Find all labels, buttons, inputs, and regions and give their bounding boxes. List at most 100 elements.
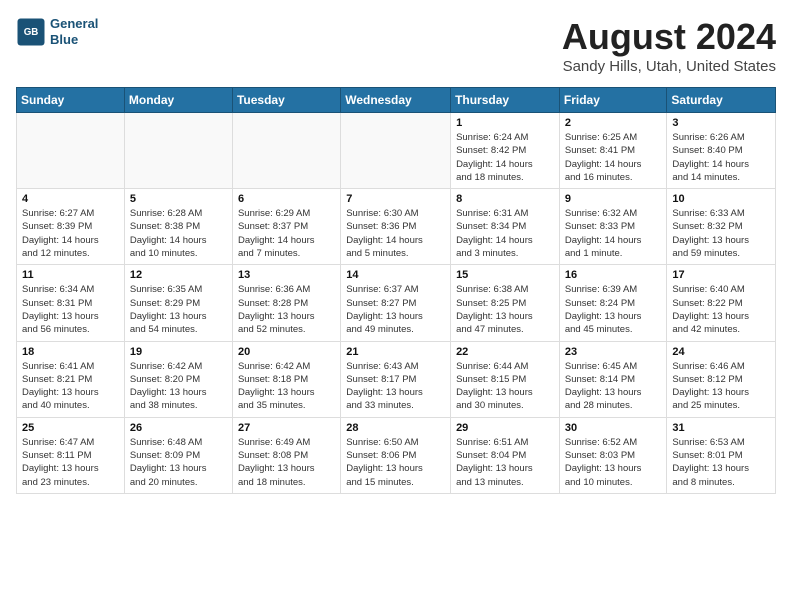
day-info: Sunrise: 6:39 AM Sunset: 8:24 PM Dayligh… — [565, 283, 662, 336]
day-info: Sunrise: 6:51 AM Sunset: 8:04 PM Dayligh… — [456, 436, 554, 489]
calendar-cell: 30 Sunrise: 6:52 AM Sunset: 8:03 PM Dayli… — [559, 417, 667, 493]
day-number: 31 — [672, 422, 770, 434]
day-info: Sunrise: 6:36 AM Sunset: 8:28 PM Dayligh… — [238, 283, 335, 336]
weekday-header-sunday: Sunday — [17, 88, 125, 113]
day-number: 24 — [672, 346, 770, 358]
day-number: 11 — [22, 269, 119, 281]
calendar-cell: 11 Sunrise: 6:34 AM Sunset: 8:31 PM Dayli… — [17, 265, 125, 341]
day-info: Sunrise: 6:42 AM Sunset: 8:20 PM Dayligh… — [130, 360, 227, 413]
day-info: Sunrise: 6:44 AM Sunset: 8:15 PM Dayligh… — [456, 360, 554, 413]
day-number: 20 — [238, 346, 335, 358]
day-number: 22 — [456, 346, 554, 358]
day-info: Sunrise: 6:41 AM Sunset: 8:21 PM Dayligh… — [22, 360, 119, 413]
day-info: Sunrise: 6:34 AM Sunset: 8:31 PM Dayligh… — [22, 283, 119, 336]
page-header: GB General Blue August 2024 Sandy Hills,… — [16, 16, 776, 75]
day-info: Sunrise: 6:38 AM Sunset: 8:25 PM Dayligh… — [456, 283, 554, 336]
day-info: Sunrise: 6:46 AM Sunset: 8:12 PM Dayligh… — [672, 360, 770, 413]
calendar-cell: 5Sunrise: 6:28 AM Sunset: 8:38 PM Daylig… — [124, 189, 232, 265]
day-number: 14 — [346, 269, 445, 281]
calendar-cell: 29Sunrise: 6:51 AM Sunset: 8:04 PM Dayli… — [451, 417, 560, 493]
logo-line2: Blue — [50, 32, 98, 48]
calendar-week-row-3: 11 Sunrise: 6:34 AM Sunset: 8:31 PM Dayli… — [17, 265, 776, 341]
day-info: Sunrise: 6:32 AM Sunset: 8:33 PM Dayligh… — [565, 207, 662, 260]
day-number: 27 — [238, 422, 335, 434]
day-number: 3 — [672, 117, 770, 129]
day-info: Sunrise: 6:25 AM Sunset: 8:41 PM Dayligh… — [565, 131, 662, 184]
calendar-week-row-1: 1Sunrise: 6:24 AM Sunset: 8:42 PM Daylig… — [17, 113, 776, 189]
weekday-header-saturday: Saturday — [667, 88, 776, 113]
day-info: Sunrise: 6:26 AM Sunset: 8:40 PM Dayligh… — [672, 131, 770, 184]
day-info: Sunrise: 6:52 AM Sunset: 8:03 PM Dayligh… — [565, 436, 662, 489]
day-info: Sunrise: 6:33 AM Sunset: 8:32 PM Dayligh… — [672, 207, 770, 260]
day-info: Sunrise: 6:24 AM Sunset: 8:42 PM Dayligh… — [456, 131, 554, 184]
calendar-cell: 10Sunrise: 6:33 AM Sunset: 8:32 PM Dayli… — [667, 189, 776, 265]
weekday-header-monday: Monday — [124, 88, 232, 113]
calendar-cell: 28Sunrise: 6:50 AM Sunset: 8:06 PM Dayli… — [341, 417, 451, 493]
weekday-header-thursday: Thursday — [451, 88, 560, 113]
day-info: Sunrise: 6:42 AM Sunset: 8:18 PM Dayligh… — [238, 360, 335, 413]
calendar-cell: 23 Sunrise: 6:45 AM Sunset: 8:14 PM Dayli… — [559, 341, 667, 417]
day-number: 30 — [565, 422, 662, 434]
day-info: Sunrise: 6:35 AM Sunset: 8:29 PM Dayligh… — [130, 283, 227, 336]
day-number: 8 — [456, 193, 554, 205]
calendar-week-row-5: 25 Sunrise: 6:47 AM Sunset: 8:11 PM Dayli… — [17, 417, 776, 493]
day-info: Sunrise: 6:45 AM Sunset: 8:14 PM Dayligh… — [565, 360, 662, 413]
day-number: 9 — [565, 193, 662, 205]
day-info: Sunrise: 6:31 AM Sunset: 8:34 PM Dayligh… — [456, 207, 554, 260]
calendar-cell: 22 Sunrise: 6:44 AM Sunset: 8:15 PM Dayli… — [451, 341, 560, 417]
calendar-cell: 8 Sunrise: 6:31 AM Sunset: 8:34 PM Daylig… — [451, 189, 560, 265]
calendar-cell: 18 Sunrise: 6:41 AM Sunset: 8:21 PM Dayli… — [17, 341, 125, 417]
day-info: Sunrise: 6:47 AM Sunset: 8:11 PM Dayligh… — [22, 436, 119, 489]
calendar-cell: 3 Sunrise: 6:26 AM Sunset: 8:40 PM Daylig… — [667, 113, 776, 189]
calendar-cell: 4 Sunrise: 6:27 AM Sunset: 8:39 PM Daylig… — [17, 189, 125, 265]
calendar-cell: 9 Sunrise: 6:32 AM Sunset: 8:33 PM Daylig… — [559, 189, 667, 265]
day-number: 23 — [565, 346, 662, 358]
calendar-cell: 26Sunrise: 6:48 AM Sunset: 8:09 PM Dayli… — [124, 417, 232, 493]
calendar-cell: 24 Sunrise: 6:46 AM Sunset: 8:12 PM Dayli… — [667, 341, 776, 417]
day-info: Sunrise: 6:30 AM Sunset: 8:36 PM Dayligh… — [346, 207, 445, 260]
day-number: 12 — [130, 269, 227, 281]
day-number: 5 — [130, 193, 227, 205]
day-number: 15 — [456, 269, 554, 281]
logo-line1: General — [50, 16, 98, 32]
calendar-week-row-4: 18 Sunrise: 6:41 AM Sunset: 8:21 PM Dayli… — [17, 341, 776, 417]
calendar-cell: 25 Sunrise: 6:47 AM Sunset: 8:11 PM Dayli… — [17, 417, 125, 493]
day-info: Sunrise: 6:53 AM Sunset: 8:01 PM Dayligh… — [672, 436, 770, 489]
day-info: Sunrise: 6:29 AM Sunset: 8:37 PM Dayligh… — [238, 207, 335, 260]
logo-icon: GB — [16, 17, 46, 47]
day-number: 25 — [22, 422, 119, 434]
calendar-cell: 7 Sunrise: 6:30 AM Sunset: 8:36 PM Daylig… — [341, 189, 451, 265]
calendar-cell: 21Sunrise: 6:43 AM Sunset: 8:17 PM Dayli… — [341, 341, 451, 417]
calendar-cell: 17Sunrise: 6:40 AM Sunset: 8:22 PM Dayli… — [667, 265, 776, 341]
month-title: August 2024 — [562, 16, 776, 58]
calendar-cell — [232, 113, 340, 189]
day-info: Sunrise: 6:27 AM Sunset: 8:39 PM Dayligh… — [22, 207, 119, 260]
logo-text: General Blue — [50, 16, 98, 47]
calendar-cell: 27Sunrise: 6:49 AM Sunset: 8:08 PM Dayli… — [232, 417, 340, 493]
weekday-header-wednesday: Wednesday — [341, 88, 451, 113]
calendar-cell: 2Sunrise: 6:25 AM Sunset: 8:41 PM Daylig… — [559, 113, 667, 189]
calendar-table: SundayMondayTuesdayWednesdayThursdayFrid… — [16, 87, 776, 494]
calendar-cell: 14 Sunrise: 6:37 AM Sunset: 8:27 PM Dayli… — [341, 265, 451, 341]
calendar-cell — [17, 113, 125, 189]
calendar-cell — [341, 113, 451, 189]
day-info: Sunrise: 6:37 AM Sunset: 8:27 PM Dayligh… — [346, 283, 445, 336]
day-number: 16 — [565, 269, 662, 281]
calendar-cell: 16 Sunrise: 6:39 AM Sunset: 8:24 PM Dayli… — [559, 265, 667, 341]
day-number: 6 — [238, 193, 335, 205]
calendar-cell: 19 Sunrise: 6:42 AM Sunset: 8:20 PM Dayli… — [124, 341, 232, 417]
svg-text:GB: GB — [24, 27, 39, 38]
calendar-cell: 1Sunrise: 6:24 AM Sunset: 8:42 PM Daylig… — [451, 113, 560, 189]
day-info: Sunrise: 6:48 AM Sunset: 8:09 PM Dayligh… — [130, 436, 227, 489]
day-info: Sunrise: 6:40 AM Sunset: 8:22 PM Dayligh… — [672, 283, 770, 336]
day-number: 18 — [22, 346, 119, 358]
day-number: 13 — [238, 269, 335, 281]
day-number: 4 — [22, 193, 119, 205]
day-number: 7 — [346, 193, 445, 205]
day-number: 28 — [346, 422, 445, 434]
calendar-cell: 6 Sunrise: 6:29 AM Sunset: 8:37 PM Daylig… — [232, 189, 340, 265]
calendar-cell: 13 Sunrise: 6:36 AM Sunset: 8:28 PM Dayli… — [232, 265, 340, 341]
day-info: Sunrise: 6:43 AM Sunset: 8:17 PM Dayligh… — [346, 360, 445, 413]
weekday-header-tuesday: Tuesday — [232, 88, 340, 113]
day-number: 19 — [130, 346, 227, 358]
